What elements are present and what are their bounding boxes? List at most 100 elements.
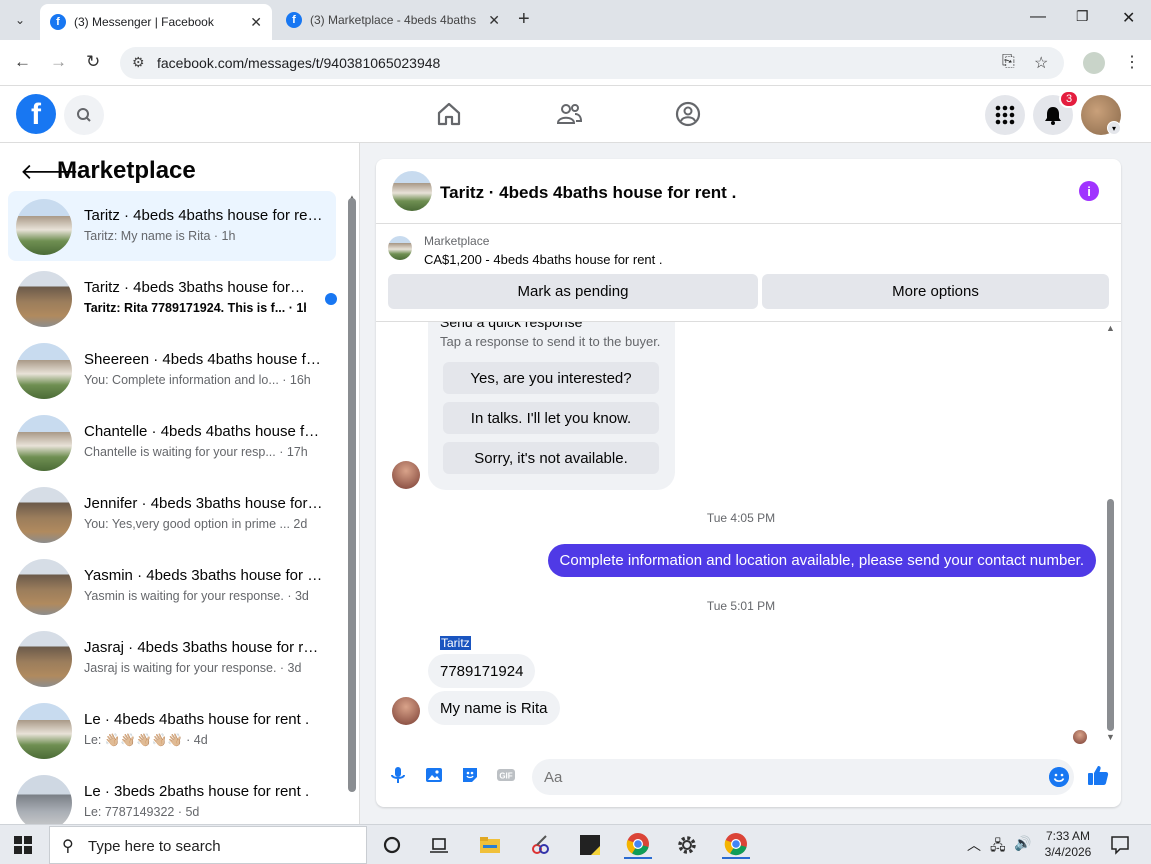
browser-tab-strip: ⌄ f (3) Messenger | Facebook ✕ f (3) Mar… — [0, 0, 1151, 40]
incoming-message[interactable]: My name is Rita — [428, 691, 560, 725]
conversation-item[interactable]: Taritz · 4beds 4baths house for rent . T… — [8, 191, 336, 261]
minimize-icon[interactable]: — — [1030, 8, 1046, 26]
home-icon[interactable] — [435, 100, 463, 128]
friends-icon[interactable] — [555, 100, 583, 128]
listing-thumbnail — [16, 415, 72, 471]
tab-search-chevron-icon[interactable]: ⌄ — [6, 6, 34, 34]
mark-as-pending-button[interactable]: Mark as pending — [388, 274, 758, 309]
close-window-icon[interactable]: ✕ — [1122, 8, 1135, 28]
facebook-header: f ▾ — [0, 86, 1151, 143]
volume-icon[interactable]: 🔊 — [1014, 835, 1031, 852]
restore-icon[interactable]: ❐ — [1076, 8, 1089, 25]
message-input[interactable] — [532, 759, 1074, 795]
scroll-down-arrow-icon[interactable]: ▼ — [1106, 732, 1115, 742]
address-bar[interactable]: ⚙ facebook.com/messages/t/94038106502394… — [120, 47, 1064, 79]
cortana-icon[interactable] — [378, 831, 406, 859]
gif-icon[interactable]: GIF — [496, 765, 516, 785]
reload-icon[interactable]: ↻ — [86, 52, 100, 72]
conversation-snippet: Le: 👋🏼👋🏼👋🏼👋🏼👋🏼 · 4d — [84, 733, 208, 747]
notification-count-badge: 3 — [1059, 90, 1079, 108]
browser-profile-avatar[interactable] — [1083, 52, 1105, 74]
scroll-up-arrow-icon[interactable]: ▲ — [1106, 323, 1115, 333]
chat-scrollbar[interactable] — [1107, 499, 1114, 731]
snipping-tool-icon[interactable] — [526, 831, 554, 859]
facebook-logo[interactable]: f — [16, 94, 56, 134]
conversation-item[interactable]: Le · 4beds 4baths house for rent . Le: 👋… — [8, 695, 336, 765]
menu-grid-icon[interactable] — [985, 95, 1025, 135]
conversation-name: Taritz · 4beds 3baths house for rent . — [84, 279, 306, 296]
network-icon[interactable]: 🖧 — [990, 835, 1006, 859]
svg-text:GIF: GIF — [499, 772, 512, 781]
photo-icon[interactable] — [424, 765, 444, 785]
back-icon[interactable]: ← — [14, 52, 31, 72]
close-tab-icon[interactable]: ✕ — [250, 14, 262, 31]
conversation-name: Yasmin · 4beds 3baths house for rent . — [84, 567, 324, 584]
sender-avatar[interactable] — [392, 461, 420, 489]
chrome-profile-icon[interactable] — [722, 831, 750, 859]
conversation-item[interactable]: Jennifer · 4beds 3baths house for rent .… — [8, 479, 336, 549]
search-icon[interactable] — [64, 95, 104, 135]
install-app-icon[interactable]: ⎘ — [1002, 53, 1015, 71]
tab-marketplace[interactable]: f (3) Marketplace - 4beds 4baths ✕ — [276, 4, 510, 36]
outgoing-message[interactable]: Complete information and location availa… — [547, 544, 1096, 577]
listing-thumbnail — [16, 487, 72, 543]
file-explorer-icon[interactable] — [476, 831, 504, 859]
site-settings-icon[interactable]: ⚙ — [132, 54, 145, 71]
chat-listing-avatar[interactable] — [392, 171, 432, 211]
quick-response-title: Send a quick response — [440, 322, 583, 330]
sticker-icon[interactable] — [460, 765, 480, 785]
account-chevron-icon[interactable]: ▾ — [1107, 121, 1121, 135]
settings-gear-icon[interactable] — [673, 831, 701, 859]
conversation-item[interactable]: Jasraj · 4beds 3baths house for rent . J… — [8, 623, 336, 693]
info-icon[interactable]: i — [1079, 181, 1099, 201]
action-center-icon[interactable] — [1110, 835, 1130, 855]
message-thread: Send a quick response Tap a response to … — [376, 322, 1121, 747]
listing-thumbnail[interactable] — [388, 236, 412, 260]
message-composer: GIF — [376, 755, 1121, 807]
quick-response-option[interactable]: Sorry, it's not available. — [443, 442, 659, 474]
listing-price-title[interactable]: CA$1,200 - 4beds 4baths house for rent . — [424, 252, 663, 267]
sticky-notes-icon[interactable] — [576, 831, 604, 859]
search-icon: ⚲ — [62, 838, 74, 855]
conversation-item[interactable]: Sheereen · 4beds 4baths house for rent .… — [8, 335, 336, 405]
show-hidden-icons-chevron-icon[interactable]: ︿ — [967, 835, 981, 855]
listing-card: Marketplace CA$1,200 - 4beds 4baths hous… — [376, 224, 1121, 322]
chrome-icon[interactable] — [624, 831, 652, 859]
conversation-item[interactable]: Yasmin · 4beds 3baths house for rent . Y… — [8, 551, 336, 621]
message-timestamp: Tue 5:01 PM — [706, 599, 776, 613]
quick-response-bubble: Send a quick response Tap a response to … — [428, 322, 675, 490]
chat-panel: Taritz · 4beds 4baths house for rent . i… — [376, 159, 1121, 807]
conversation-item[interactable]: Taritz · 4beds 3baths house for rent . T… — [8, 263, 337, 333]
task-view-icon[interactable] — [426, 831, 454, 859]
conversation-list-scrollbar[interactable] — [348, 198, 356, 792]
incoming-message[interactable]: 7789171924 — [428, 654, 536, 688]
tab-messenger[interactable]: f (3) Messenger | Facebook ✕ — [40, 4, 272, 40]
close-tab-icon[interactable]: ✕ — [488, 12, 500, 29]
quick-response-option[interactable]: Yes, are you interested? — [443, 362, 659, 394]
conversation-item[interactable]: Le · 3beds 2baths house for rent . Le: 7… — [8, 767, 336, 824]
conversation-snippet: Chantelle is waiting for your resp... · … — [84, 445, 308, 459]
conversation-name: Jennifer · 4beds 3baths house for rent . — [84, 495, 324, 512]
tab-title: (3) Messenger | Facebook — [74, 15, 214, 29]
conversation-item[interactable]: Chantelle · 4beds 4baths house for rent … — [8, 407, 336, 477]
chat-title[interactable]: Taritz · 4beds 4baths house for rent . — [440, 183, 736, 203]
quick-response-option[interactable]: In talks. I'll let you know. — [443, 402, 659, 434]
taskbar-search-box[interactable]: ⚲ Type here to search — [49, 826, 367, 864]
new-tab-icon[interactable]: + — [518, 8, 530, 31]
bookmark-star-icon[interactable]: ☆ — [1034, 53, 1048, 73]
listing-thumbnail — [16, 343, 72, 399]
system-clock[interactable]: 7:33 AM 3/4/2026 — [1040, 828, 1096, 860]
conversation-name: Jasraj · 4beds 3baths house for rent . — [84, 639, 324, 656]
forward-icon[interactable]: → — [50, 52, 67, 72]
listing-thumbnail — [16, 631, 72, 687]
microphone-icon[interactable] — [388, 765, 408, 785]
browser-menu-icon[interactable]: ⋮ — [1124, 52, 1140, 72]
url-text[interactable]: facebook.com/messages/t/940381065023948 — [157, 55, 440, 71]
sender-avatar[interactable] — [392, 697, 420, 725]
emoji-icon[interactable] — [1049, 767, 1069, 787]
conversation-snippet: You: Yes,very good option in prime ... 2… — [84, 517, 308, 531]
groups-icon[interactable] — [674, 100, 702, 128]
windows-start-icon[interactable] — [14, 836, 32, 854]
thumbs-up-icon[interactable] — [1087, 764, 1109, 786]
more-options-button[interactable]: More options — [762, 274, 1109, 309]
